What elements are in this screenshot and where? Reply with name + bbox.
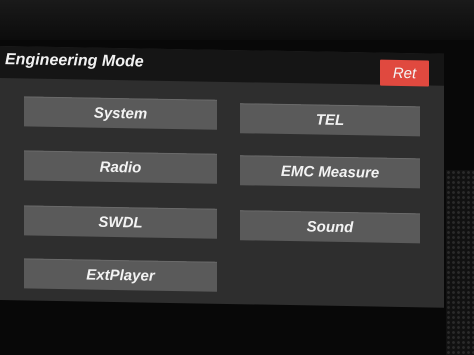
display-bezel: Engineering Mode Ret System TEL Radio EM… <box>0 0 474 355</box>
page-title: Engineering Mode <box>5 51 144 71</box>
system-button[interactable]: System <box>24 96 217 130</box>
speaker-grille <box>446 170 474 355</box>
sound-button[interactable]: Sound <box>240 210 420 244</box>
return-button[interactable]: Ret <box>380 59 429 87</box>
extplayer-button[interactable]: ExtPlayer <box>24 258 217 292</box>
title-bar: Engineering Mode Ret <box>0 46 444 87</box>
emc-measure-button[interactable]: EMC Measure <box>240 155 420 189</box>
radio-button[interactable]: Radio <box>24 150 217 184</box>
bezel-top-edge <box>0 0 474 40</box>
swdl-button[interactable]: SWDL <box>24 205 217 239</box>
display-screen: Engineering Mode Ret System TEL Radio EM… <box>0 46 444 308</box>
tel-button[interactable]: TEL <box>240 103 420 137</box>
